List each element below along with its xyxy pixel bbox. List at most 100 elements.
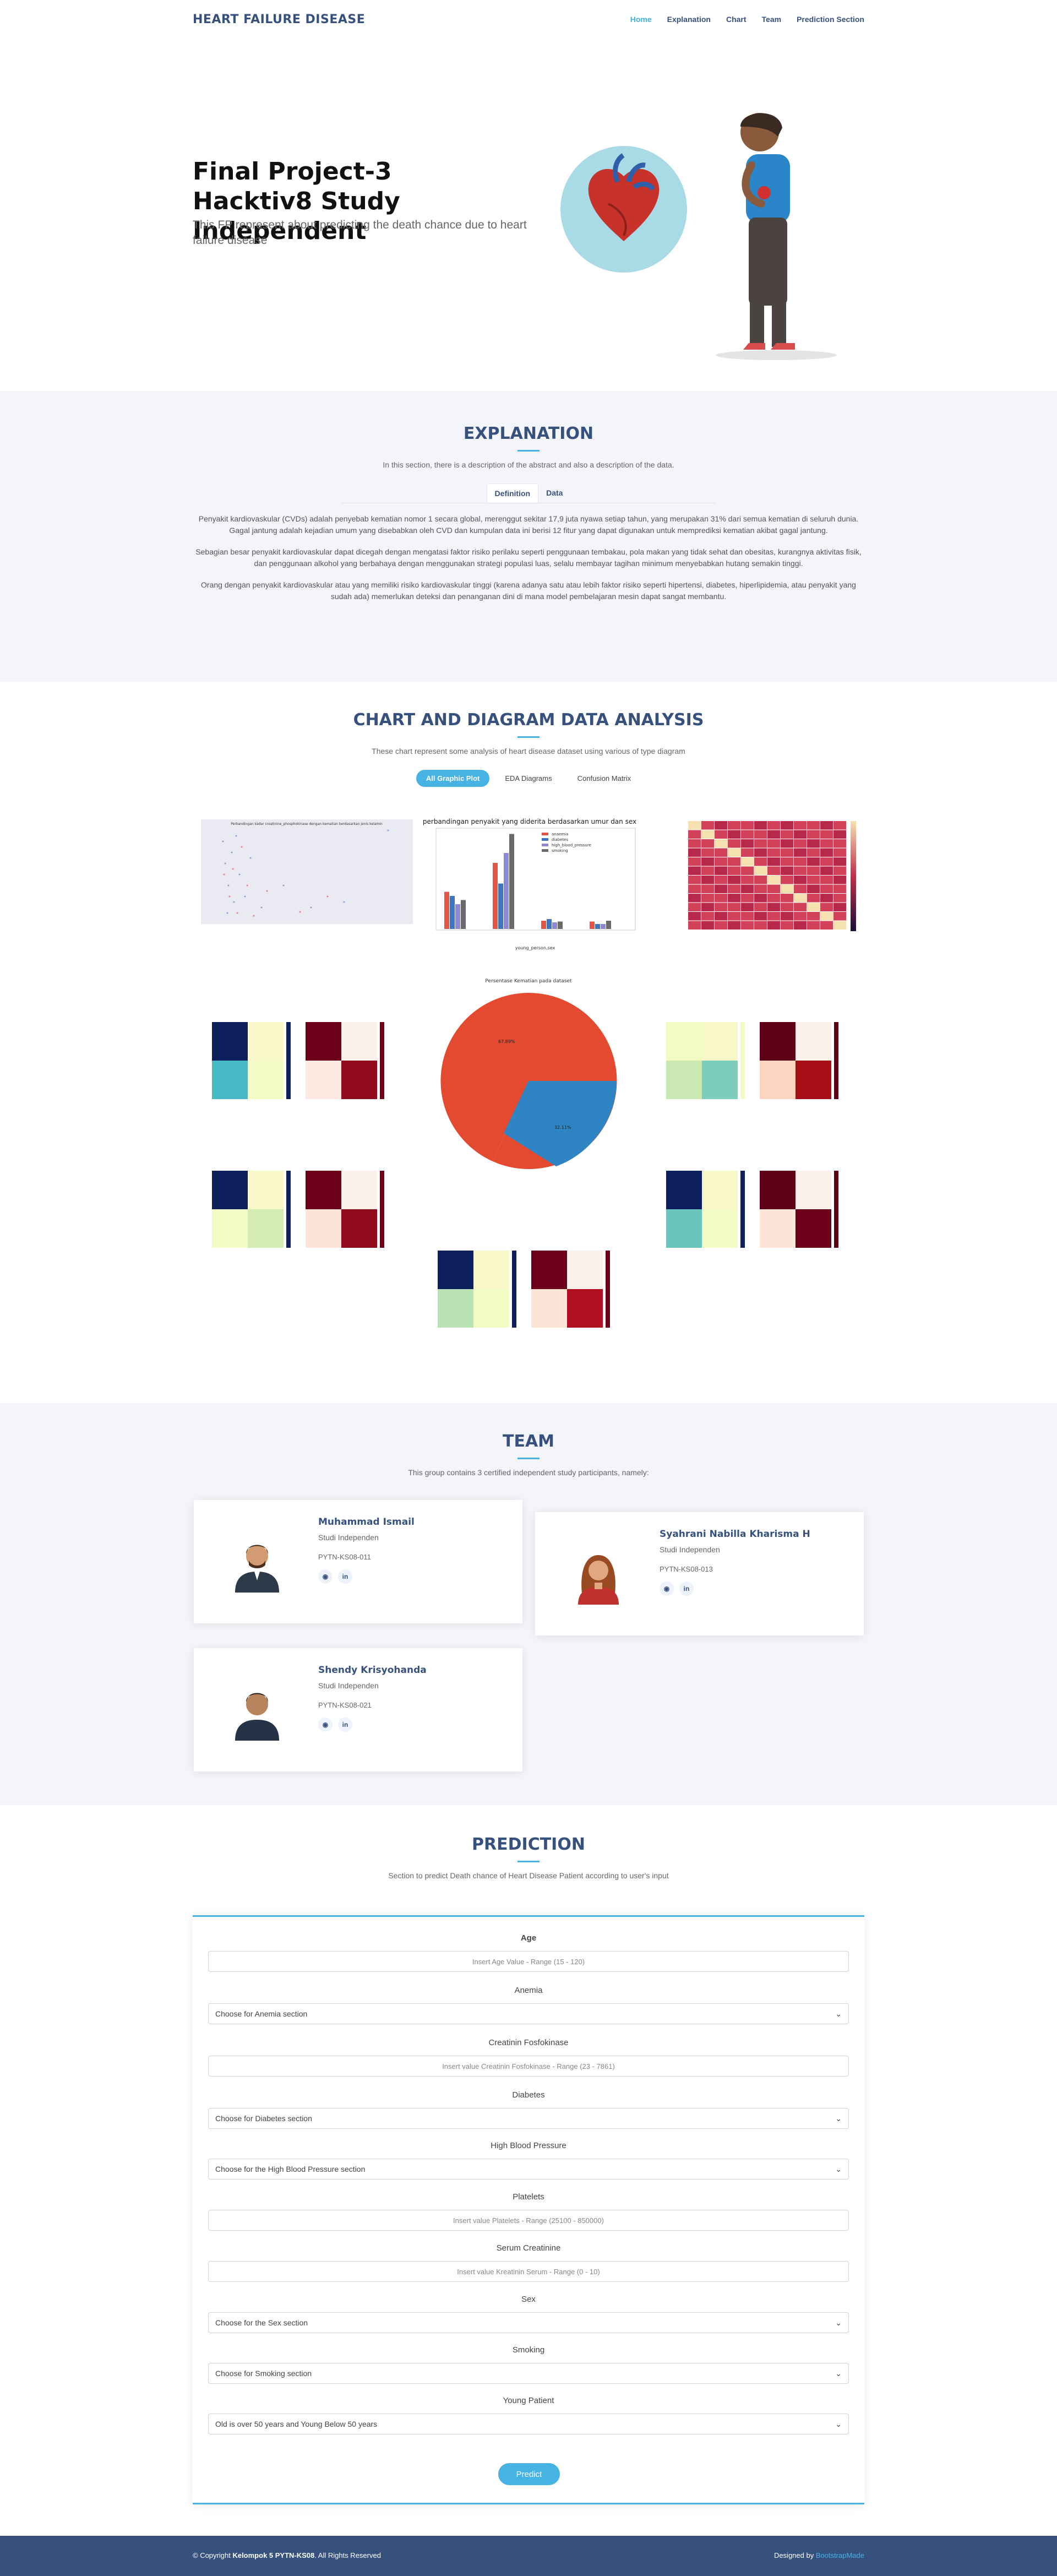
smoking-select[interactable]: Choose for Smoking section ⌄	[208, 2363, 849, 2384]
tab-data[interactable]: Data	[538, 483, 570, 503]
cpk-label: Creatinin Fosfokinase	[488, 2038, 569, 2047]
matrix-cell	[796, 1171, 831, 1209]
matrix-cell	[212, 1209, 248, 1248]
bar	[590, 921, 595, 929]
matrix-cell	[341, 1209, 377, 1248]
colorbar	[606, 1251, 610, 1328]
heatmap-cell	[794, 912, 807, 921]
heatmap-cell	[767, 821, 780, 830]
linkedin-icon[interactable]: in	[679, 1582, 694, 1596]
anemia-select[interactable]: Choose for Anemia section ⌄	[208, 2003, 849, 2024]
age-input[interactable]: Insert Age Value - Range (15 - 120)	[208, 1951, 849, 1972]
linkedin-icon[interactable]: in	[338, 1569, 352, 1584]
confusion-matrix-pair-3[interactable]	[209, 1161, 396, 1257]
pie-chart[interactable]: Persentase Kematian pada dataset 67.89% …	[427, 974, 630, 1177]
designer-link[interactable]: BootstrapMade	[816, 2551, 864, 2559]
pie-title: Persentase Kematian pada dataset	[485, 979, 572, 984]
heatmap-cell	[728, 866, 740, 875]
correlation-heatmap[interactable]	[655, 818, 864, 945]
cpk-input[interactable]: Insert value Creatinin Fosfokinase - Ran…	[208, 2056, 849, 2077]
chart-section: CHART AND DIAGRAM DATA ANALYSIS These ch…	[0, 682, 1057, 1403]
nav-home[interactable]: Home	[630, 15, 652, 24]
pie-label-death: 67.89%	[498, 1039, 515, 1044]
scatter-title: Perbandingan kadar creatinine_phosphokin…	[231, 822, 383, 826]
matrix-cell	[306, 1022, 341, 1061]
platelets-input[interactable]: Insert value Platelets - Range (25100 - …	[208, 2210, 849, 2231]
filter-confusion[interactable]: Confusion Matrix	[568, 770, 641, 787]
bar	[558, 921, 563, 929]
heatmap-cell	[820, 866, 833, 875]
age-label: Age	[520, 1933, 537, 1943]
chart-subtitle: These chart represent some analysis of h…	[372, 747, 685, 756]
heatmap-cell	[741, 884, 754, 893]
heatmap-cell	[781, 857, 793, 866]
title-underline	[517, 1458, 540, 1459]
nav-explanation[interactable]: Explanation	[667, 15, 711, 24]
sex-select[interactable]: Choose for the Sex section ⌄	[208, 2312, 849, 2333]
nav-team[interactable]: Team	[762, 15, 782, 24]
linkedin-icon[interactable]: in	[338, 1718, 352, 1732]
site-logo[interactable]: HEART FAILURE DISEASE	[193, 13, 365, 26]
matrix-cell	[473, 1289, 509, 1328]
confusion-matrix-pair-1[interactable]	[209, 1012, 396, 1108]
matrix-cell	[212, 1061, 248, 1099]
header: HEART FAILURE DISEASE Home Explanation C…	[193, 0, 864, 39]
confusion-matrix-pair-2[interactable]	[663, 1012, 851, 1108]
heatmap-cell	[833, 884, 846, 893]
heatmap-cell	[728, 894, 740, 903]
bar	[498, 883, 503, 929]
heatmap-cell	[820, 839, 833, 848]
matrix-cell	[796, 1209, 831, 1248]
young-patient-select[interactable]: Old is over 50 years and Young Below 50 …	[208, 2414, 849, 2434]
heatmap-cell	[688, 912, 701, 921]
filter-eda[interactable]: EDA Diagrams	[495, 770, 562, 787]
heatmap-cell	[754, 884, 767, 893]
anemia-label: Anemia	[514, 1986, 543, 1995]
confusion-matrix-pair-4[interactable]	[663, 1161, 851, 1257]
heatmap-cell	[807, 876, 820, 884]
matrix-cell	[341, 1171, 377, 1209]
github-icon[interactable]: ◉	[318, 1569, 333, 1584]
predict-button[interactable]: Predict	[498, 2463, 560, 2485]
matrix-cell	[341, 1022, 377, 1061]
matrix-cell	[248, 1209, 284, 1248]
heatmap-cell	[741, 866, 754, 875]
bar	[552, 922, 557, 929]
tab-definition[interactable]: Definition	[486, 483, 539, 503]
heatmap-cell	[741, 894, 754, 903]
heatmap-cell	[754, 830, 767, 839]
serum-creatinine-input[interactable]: Insert value Kreatinin Serum - Range (0 …	[208, 2261, 849, 2282]
heatmap-cell	[807, 921, 820, 930]
explanation-subtitle: In this section, there is a description …	[383, 460, 674, 469]
heatmap-cell	[741, 857, 754, 866]
bar	[547, 919, 552, 929]
heatmap-cell	[794, 848, 807, 857]
heatmap-cell	[820, 848, 833, 857]
filter-all[interactable]: All Graphic Plot	[416, 770, 490, 787]
grouped-bar-chart[interactable]: perbandingan penyakit yang diderita berd…	[414, 816, 645, 954]
hbp-select[interactable]: Choose for the High Blood Pressure secti…	[208, 2159, 849, 2180]
matrix-cell	[666, 1209, 702, 1248]
matrix-cell	[212, 1171, 248, 1209]
scatter-plot-image[interactable]: Perbandingan kadar creatinine_phosphokin…	[201, 819, 413, 924]
heatmap-cell	[715, 876, 727, 884]
github-icon[interactable]: ◉	[660, 1582, 674, 1596]
nav-chart[interactable]: Chart	[726, 15, 747, 24]
heatmap-cell	[701, 894, 714, 903]
diabetes-select[interactable]: Choose for Diabetes section ⌄	[208, 2108, 849, 2129]
heatmap-cell	[728, 857, 740, 866]
confusion-matrix-pair-5[interactable]	[435, 1241, 622, 1337]
heatmap-cell	[807, 912, 820, 921]
heatmap-cell	[794, 884, 807, 893]
explanation-section: EXPLANATION In this section, there is a …	[0, 391, 1057, 682]
copyright-text: © Copyright Kelompok 5 PYTN-KS08. All Ri…	[193, 2551, 381, 2559]
heatmap-cell	[715, 830, 727, 839]
heatmap-cell	[833, 876, 846, 884]
svg-text:diabetes: diabetes	[552, 838, 568, 842]
heatmap-cell	[754, 839, 767, 848]
matrix-cell	[438, 1251, 473, 1289]
heatmap-cell	[767, 903, 780, 911]
nav-prediction[interactable]: Prediction Section	[797, 15, 864, 24]
heatmap-cell	[781, 839, 793, 848]
github-icon[interactable]: ◉	[318, 1718, 333, 1732]
